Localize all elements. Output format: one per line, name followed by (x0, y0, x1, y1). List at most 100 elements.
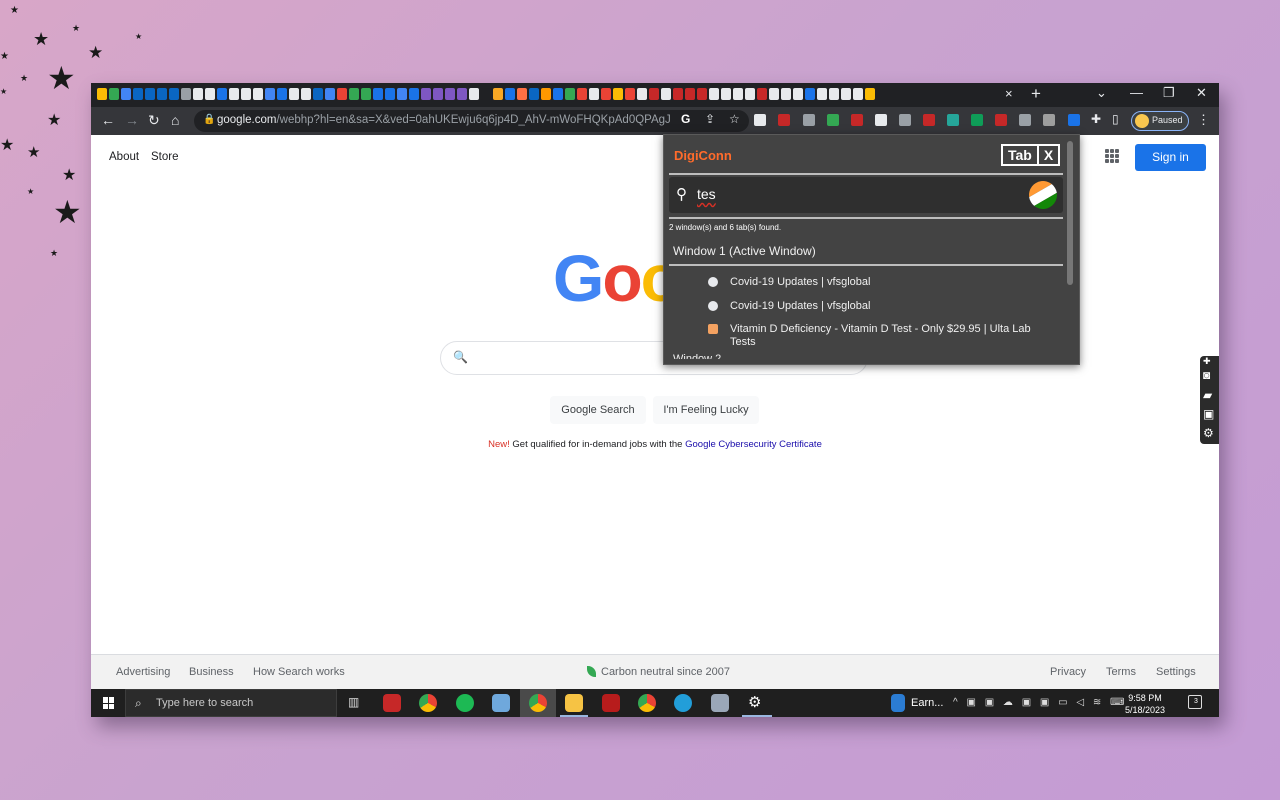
pinned-tab-favicon-icon[interactable] (829, 88, 839, 100)
task-view-icon[interactable]: ▥ (348, 695, 359, 709)
pinned-tab-favicon-icon[interactable] (169, 88, 179, 100)
pinned-tab-favicon-icon[interactable] (589, 88, 599, 100)
pinned-tab-favicon-icon[interactable] (721, 88, 731, 100)
close-popup-button[interactable]: X (1039, 146, 1058, 164)
pinned-tab-favicon-icon[interactable] (109, 88, 119, 100)
pinned-tab-favicon-icon[interactable] (373, 88, 383, 100)
pinned-tab-favicon-icon[interactable] (757, 88, 767, 100)
system-tray-icons[interactable]: ^ ▣ ▣ ☁ ▣ ▣ ▭ ◁ ≋ ⌨ (953, 697, 1127, 708)
profile-button[interactable]: Paused (1131, 111, 1189, 131)
pinned-tab-favicon-icon[interactable] (337, 88, 347, 100)
pinned-tab-favicon-icon[interactable] (745, 88, 755, 100)
google-search-button[interactable]: Google Search (550, 396, 646, 424)
pinned-tab-favicon-icon[interactable] (685, 88, 695, 100)
menu-kebab-icon[interactable]: ⋮ (1197, 112, 1210, 128)
pinned-tab-favicon-icon[interactable] (205, 88, 215, 100)
next-window-header[interactable]: Window 2 (673, 353, 721, 359)
pinned-tab-favicon-icon[interactable] (817, 88, 827, 100)
pinned-tab-favicon-icon[interactable] (649, 88, 659, 100)
pinned-tab-favicon-icon[interactable] (397, 88, 407, 100)
chrome-active-icon[interactable] (529, 694, 547, 712)
sign-in-button[interactable]: Sign in (1135, 144, 1206, 171)
pinned-tab-favicon-icon[interactable] (421, 88, 431, 100)
telegram-icon[interactable] (674, 694, 692, 712)
pinned-tab-favicon-icon[interactable] (601, 88, 611, 100)
pinned-tab-favicon-icon[interactable] (181, 88, 191, 100)
word-doc-icon[interactable] (891, 694, 905, 712)
add-icon[interactable]: ✚ (1203, 356, 1211, 367)
pinned-tabs[interactable] (97, 88, 1002, 102)
extension-icon[interactable] (1043, 114, 1055, 126)
pinned-tab-favicon-icon[interactable] (313, 88, 323, 100)
extensions-puzzle-icon[interactable]: ✚ (1091, 112, 1101, 126)
mail-app-icon[interactable] (711, 694, 729, 712)
pinned-tab-favicon-icon[interactable] (121, 88, 131, 100)
settings-gear-icon[interactable]: ⚙ (748, 693, 761, 711)
extension-icon[interactable] (923, 114, 935, 126)
active-doc-label[interactable]: Earn... (911, 697, 943, 709)
tab-search-input[interactable]: ⚲ tes (669, 175, 1063, 215)
pinned-tab-favicon-icon[interactable] (553, 88, 563, 100)
file-explorer-icon[interactable] (565, 694, 583, 712)
cybersecurity-certificate-link[interactable]: Google Cybersecurity Certificate (685, 439, 822, 450)
system-clock[interactable]: 9:58 PM 5/18/2023 (1125, 692, 1165, 716)
apps-grid-icon[interactable] (1105, 149, 1119, 163)
extension-icon[interactable] (995, 114, 1007, 126)
spotify-icon[interactable] (456, 694, 474, 712)
extension-icon[interactable] (971, 114, 983, 126)
carbon-neutral-link[interactable]: Carbon neutral since 2007 (601, 666, 730, 678)
pinned-tab-favicon-icon[interactable] (409, 88, 419, 100)
about-link[interactable]: About (109, 151, 139, 163)
pinned-tab-favicon-icon[interactable] (637, 88, 647, 100)
pinned-tab-favicon-icon[interactable] (145, 88, 155, 100)
pinned-tab-favicon-icon[interactable] (793, 88, 803, 100)
home-icon[interactable]: ⌂ (171, 112, 179, 128)
camera-icon[interactable]: ◙ (1203, 368, 1210, 382)
terms-link[interactable]: Terms (1106, 666, 1136, 678)
extension-icon[interactable] (875, 114, 887, 126)
taskbar-search[interactable]: ⌕ Type here to search (125, 689, 337, 717)
pinned-tab-favicon-icon[interactable] (541, 88, 551, 100)
pinned-tab-favicon-icon[interactable] (625, 88, 635, 100)
extension-icon[interactable] (851, 114, 863, 126)
pinned-tab-favicon-icon[interactable] (697, 88, 707, 100)
pinned-tab-favicon-icon[interactable] (577, 88, 587, 100)
close-window-icon[interactable]: ✕ (1196, 85, 1207, 101)
extension-icon[interactable] (899, 114, 911, 126)
back-icon[interactable]: ← (101, 112, 115, 128)
pinned-tab-favicon-icon[interactable] (361, 88, 371, 100)
pinned-tab-favicon-icon[interactable] (457, 88, 467, 100)
acrobat-icon[interactable] (602, 694, 620, 712)
pinned-tab-favicon-icon[interactable] (565, 88, 575, 100)
pinned-tab-favicon-icon[interactable] (97, 88, 107, 100)
pinned-tab-favicon-icon[interactable] (277, 88, 287, 100)
notes-app-icon[interactable] (492, 694, 510, 712)
notification-center-icon[interactable]: 3 (1188, 695, 1202, 709)
pinned-tab-favicon-icon[interactable] (241, 88, 251, 100)
extension-icon[interactable] (803, 114, 815, 126)
pinned-tab-favicon-icon[interactable] (445, 88, 455, 100)
close-tab-icon[interactable]: × (1005, 86, 1013, 101)
google-lens-icon[interactable]: G (681, 112, 690, 126)
pinned-tab-favicon-icon[interactable] (469, 88, 479, 100)
lock-icon[interactable]: 🔒 (203, 114, 215, 125)
forward-icon[interactable]: → (125, 112, 139, 128)
pdf-reader-icon[interactable] (383, 694, 401, 712)
pinned-tab-favicon-icon[interactable] (769, 88, 779, 100)
extension-icon[interactable] (1019, 114, 1031, 126)
pinned-tab-favicon-icon[interactable] (349, 88, 359, 100)
share-icon[interactable]: ⇪ (705, 112, 715, 126)
pinned-tab-favicon-icon[interactable] (385, 88, 395, 100)
pinned-tab-favicon-icon[interactable] (157, 88, 167, 100)
pinned-tab-favicon-icon[interactable] (229, 88, 239, 100)
pinned-tab-favicon-icon[interactable] (265, 88, 275, 100)
side-panel-icon[interactable]: ▯ (1112, 112, 1119, 126)
pinned-tab-favicon-icon[interactable] (853, 88, 863, 100)
pinned-tab-favicon-icon[interactable] (493, 88, 503, 100)
extension-icon[interactable] (1068, 114, 1080, 126)
minimize-icon[interactable]: — (1130, 85, 1143, 100)
pinned-tab-favicon-icon[interactable] (781, 88, 791, 100)
advertising-link[interactable]: Advertising (116, 666, 170, 678)
pinned-tab-favicon-icon[interactable] (529, 88, 539, 100)
tab-result[interactable]: Covid-19 Updates | vfsglobal (706, 300, 1046, 313)
